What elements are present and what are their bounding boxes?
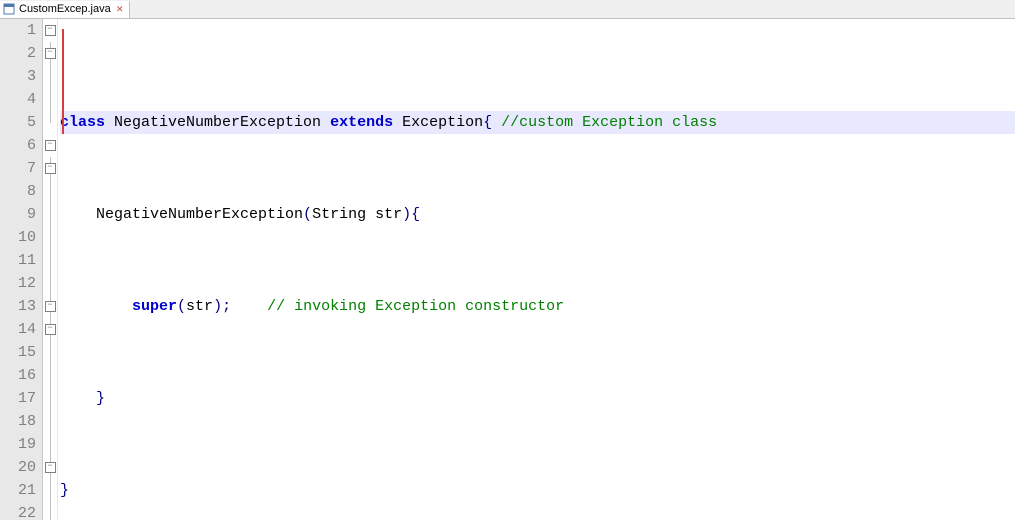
- line-number: 8: [0, 180, 42, 203]
- line-number: 6: [0, 134, 42, 157]
- line-number: 4: [0, 88, 42, 111]
- fold-gutter: − − − − − − −: [43, 19, 58, 520]
- code-line[interactable]: NegativeNumberException(String str){: [60, 203, 1015, 226]
- bracket-guide: [62, 29, 64, 134]
- fold-toggle-icon[interactable]: −: [45, 48, 56, 59]
- tab-bar: CustomExcep.java ✕: [0, 0, 1015, 19]
- line-number: 15: [0, 341, 42, 364]
- line-number: 19: [0, 433, 42, 456]
- line-number: 13: [0, 295, 42, 318]
- line-number: 12: [0, 272, 42, 295]
- line-number: 7: [0, 157, 42, 180]
- code-line[interactable]: }: [60, 479, 1015, 502]
- fold-toggle-icon[interactable]: −: [45, 462, 56, 473]
- line-number-gutter: 1 2 3 4 5 6 7 8 9 10 11 12 13 14 15 16 1…: [0, 19, 43, 520]
- code-line[interactable]: }: [60, 387, 1015, 410]
- line-number: 14: [0, 318, 42, 341]
- code-area[interactable]: class NegativeNumberException extends Ex…: [58, 19, 1015, 520]
- line-number: 1: [0, 19, 42, 42]
- line-number: 2: [0, 42, 42, 65]
- line-number: 22: [0, 502, 42, 520]
- java-file-icon: [3, 3, 15, 15]
- line-number: 20: [0, 456, 42, 479]
- close-icon[interactable]: ✕: [115, 4, 125, 14]
- code-editor: 1 2 3 4 5 6 7 8 9 10 11 12 13 14 15 16 1…: [0, 19, 1015, 520]
- line-number: 5: [0, 111, 42, 134]
- fold-toggle-icon[interactable]: −: [45, 163, 56, 174]
- line-number: 17: [0, 387, 42, 410]
- line-number: 9: [0, 203, 42, 226]
- fold-toggle-icon[interactable]: −: [45, 324, 56, 335]
- line-number: 3: [0, 65, 42, 88]
- fold-toggle-icon[interactable]: −: [45, 140, 56, 151]
- file-tab-label: CustomExcep.java: [19, 0, 111, 21]
- line-number: 18: [0, 410, 42, 433]
- file-tab[interactable]: CustomExcep.java ✕: [0, 1, 130, 18]
- fold-toggle-icon[interactable]: −: [45, 301, 56, 312]
- line-number: 11: [0, 249, 42, 272]
- code-line[interactable]: super(str); // invoking Exception constr…: [60, 295, 1015, 318]
- line-number: 10: [0, 226, 42, 249]
- code-line[interactable]: class NegativeNumberException extends Ex…: [60, 111, 1015, 134]
- line-number: 16: [0, 364, 42, 387]
- fold-toggle-icon[interactable]: −: [45, 25, 56, 36]
- line-number: 21: [0, 479, 42, 502]
